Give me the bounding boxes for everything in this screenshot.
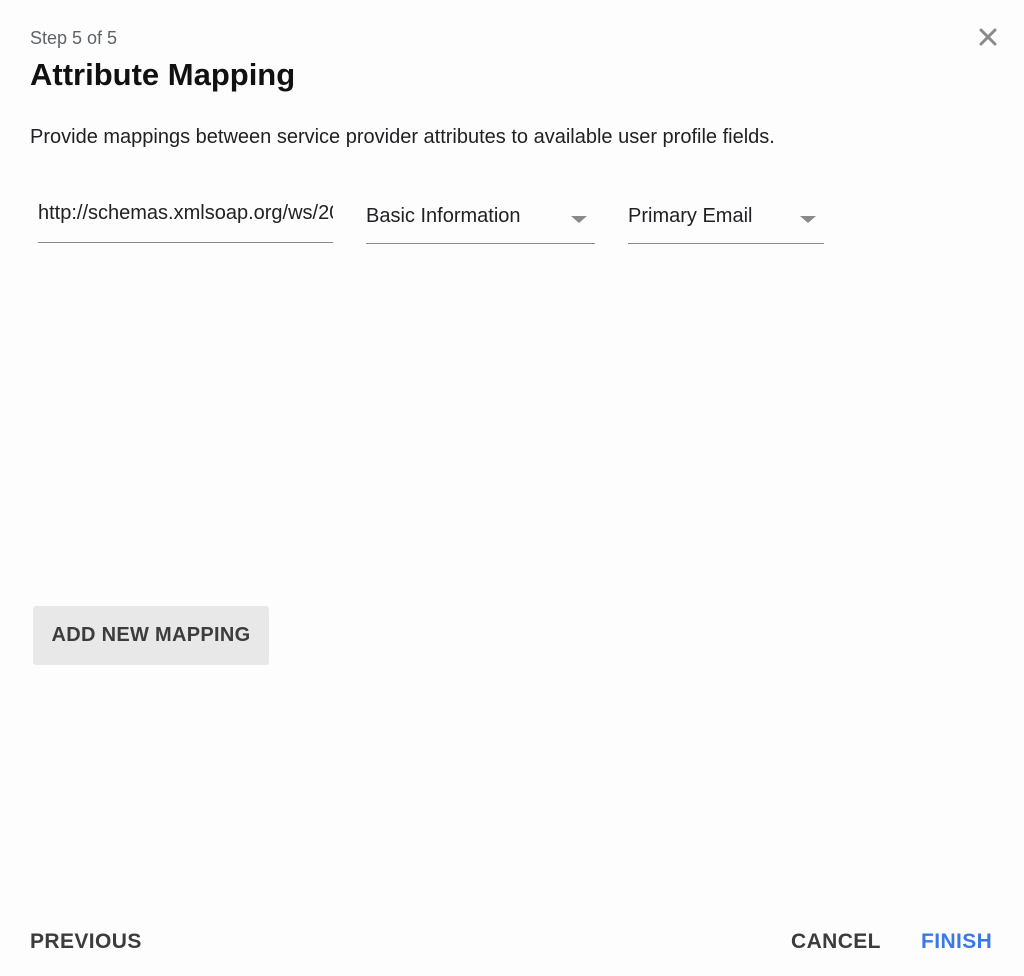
step-indicator: Step 5 of 5 — [30, 28, 118, 48]
attribute-mapping-dialog: Step 5 of 5 Attribute Mapping Provide ma… — [0, 0, 1024, 976]
dropdown-arrow-icon — [800, 216, 816, 223]
attribute-name-input[interactable]: http://schemas.xmlsoap.org/ws/2005/05/id… — [38, 196, 333, 243]
add-new-mapping-button[interactable]: ADD NEW MAPPING — [33, 606, 269, 665]
category-select[interactable]: Basic Information — [366, 196, 595, 244]
category-select-value: Basic Information — [366, 205, 521, 227]
cancel-button[interactable]: CANCEL — [791, 930, 881, 954]
dropdown-arrow-icon — [571, 216, 587, 223]
close-icon[interactable] — [973, 22, 1003, 52]
profile-field-select-value: Primary Email — [628, 205, 753, 227]
dialog-title: Attribute Mapping — [30, 57, 296, 92]
finish-button[interactable]: FINISH — [921, 930, 992, 954]
previous-button[interactable]: PREVIOUS — [30, 930, 142, 954]
profile-field-select[interactable]: Primary Email — [628, 196, 824, 244]
attribute-name-value: http://schemas.xmlsoap.org/ws/2005/05/id… — [38, 202, 333, 224]
dialog-description: Provide mappings between service provide… — [30, 126, 775, 148]
